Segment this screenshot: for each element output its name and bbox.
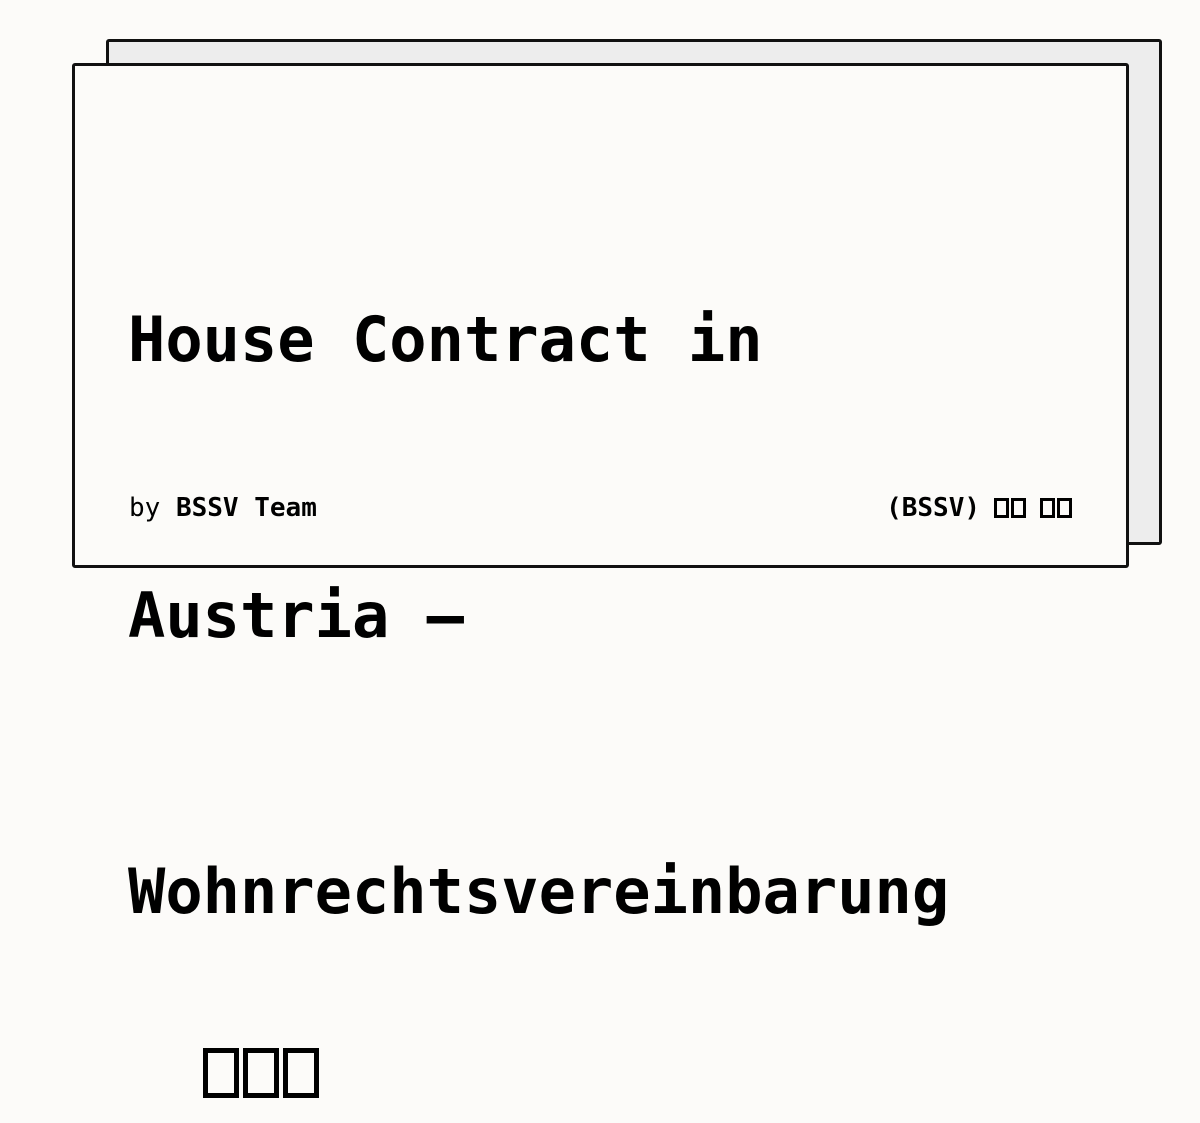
organization-missing-glyphs-1: [994, 498, 1026, 518]
organization-label: (BSSV): [886, 492, 1072, 524]
missing-glyph-box: [242, 1048, 279, 1098]
missing-glyph-box: [1040, 498, 1055, 518]
missing-glyph-box: [1057, 498, 1072, 518]
byline: by BSSV Team: [129, 492, 317, 524]
title-line-2: Austria –: [128, 579, 464, 652]
missing-glyph-box: [202, 1048, 239, 1098]
title-line-1: House Contract in: [128, 303, 763, 376]
byline-prefix: by: [129, 493, 161, 523]
missing-glyph-box: [282, 1048, 319, 1098]
organization-missing-glyphs-2: [1040, 498, 1072, 518]
missing-glyph-box: [1011, 498, 1026, 518]
missing-glyph-box: [994, 498, 1009, 518]
title-missing-glyphs: [202, 1048, 319, 1098]
page-title: House Contract in Austria – Wohnrechtsve…: [128, 110, 1088, 1123]
author-name: BSSV Team: [175, 493, 317, 523]
title-line-3: Wohnrechtsvereinbarung: [128, 855, 950, 928]
organization-abbreviation: (BSSV): [886, 493, 980, 523]
